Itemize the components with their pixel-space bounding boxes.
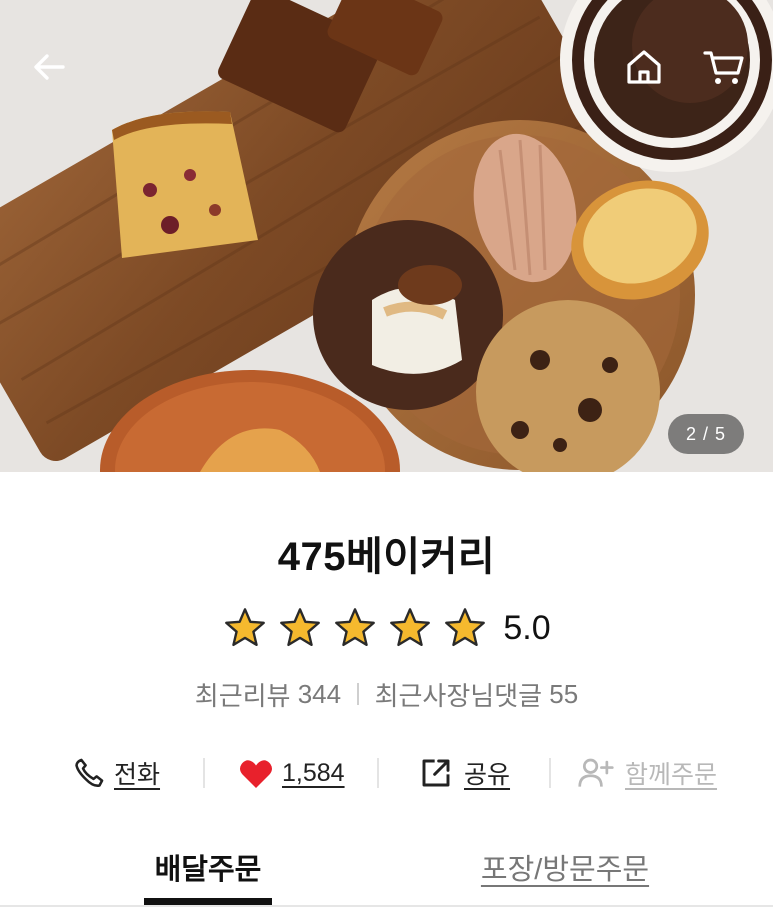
like-button[interactable]: 1,584	[238, 750, 345, 796]
share-button[interactable]: 공유	[420, 750, 510, 796]
star-icon	[225, 608, 266, 647]
phone-icon	[75, 758, 104, 787]
heart-icon	[240, 760, 272, 788]
divider	[357, 683, 359, 705]
store-photo-gallery[interactable]: 2 / 5	[0, 0, 773, 472]
image-counter: 2 / 5	[668, 414, 744, 454]
add-person-icon	[578, 758, 614, 787]
star-icon	[280, 608, 321, 647]
call-label: 전화	[114, 761, 161, 789]
like-count: 1,584	[282, 758, 345, 787]
group-order-button[interactable]: 함께주문	[577, 750, 717, 796]
share-icon	[422, 759, 450, 787]
owner-replies-count: 55	[549, 678, 579, 709]
recent-reviews-count: 344	[297, 678, 342, 709]
back-arrow-icon	[34, 54, 65, 80]
review-stats[interactable]: 최근리뷰 344 최근사장님댓글 55	[0, 676, 773, 712]
owner-replies-label: 최근사장님댓글	[374, 680, 543, 711]
active-tab-indicator	[144, 898, 272, 905]
divider	[203, 758, 205, 788]
tab-delivery[interactable]: 배달주문	[144, 846, 272, 890]
star-icon	[445, 608, 486, 647]
store-name: 475베이커리	[277, 535, 496, 579]
rating-score: 5.0	[503, 608, 551, 647]
store-page: 2 / 5 475베이커리 5.0 최근리뷰 344 최근사장님댓글 55 전화…	[0, 0, 773, 918]
action-bar: 전화 1,584 공유 함께주문	[0, 750, 773, 796]
star-icon	[335, 608, 376, 647]
home-button[interactable]	[616, 39, 672, 95]
home-icon	[627, 50, 661, 84]
cart-icon	[703, 51, 744, 84]
star-icon	[390, 608, 431, 647]
recent-reviews-label: 최근리뷰	[194, 680, 291, 711]
call-button[interactable]: 전화	[72, 750, 160, 796]
divider	[549, 758, 551, 788]
cart-button[interactable]	[696, 39, 752, 95]
group-order-label: 함께주문	[625, 761, 718, 789]
rating-row: 5.0	[0, 604, 773, 652]
tab-divider	[0, 905, 773, 907]
tab-pickup[interactable]: 포장/방문주문	[474, 846, 656, 890]
back-button[interactable]	[21, 39, 77, 95]
divider	[377, 758, 379, 788]
share-label: 공유	[464, 761, 511, 789]
